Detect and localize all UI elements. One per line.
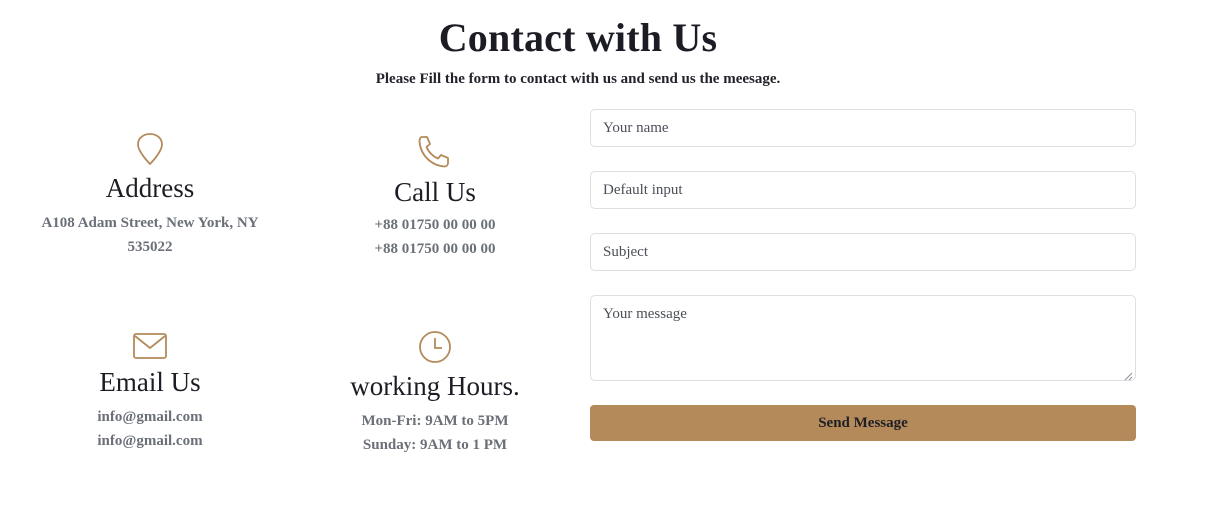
default-placeholder: Default input xyxy=(603,181,683,198)
hours-line: Mon-Fri: 9AM to 5PM xyxy=(361,413,509,429)
name-placeholder: Your name xyxy=(603,119,669,136)
subject-placeholder: Subject xyxy=(603,243,648,260)
address-heading: Address xyxy=(105,173,195,203)
address-block: Address A108 Adam Street, New York, NY 5… xyxy=(30,132,270,259)
phone-number[interactable]: +88 01750 00 00 00 xyxy=(335,213,535,237)
working-hours-block: working Hours. Mon-Fri: 9AM to 5PM Sunda… xyxy=(325,330,545,457)
message-textarea[interactable]: Your message xyxy=(590,295,1136,381)
map-pin-icon xyxy=(30,132,270,171)
name-input[interactable]: Your name xyxy=(590,109,1136,147)
page-title: Contact with Us xyxy=(438,15,718,60)
email-address[interactable]: info@gmail.com xyxy=(50,429,250,453)
working-hours-heading: working Hours. xyxy=(350,371,520,401)
send-message-button[interactable]: Send Message xyxy=(590,405,1136,441)
call-block: Call Us +88 01750 00 00 00 +88 01750 00 … xyxy=(335,134,535,261)
resize-handle-icon[interactable] xyxy=(1124,369,1133,381)
default-input[interactable]: Default input xyxy=(590,171,1136,209)
envelope-icon xyxy=(50,332,250,365)
email-address[interactable]: info@gmail.com xyxy=(50,405,250,429)
address-line: 535022 xyxy=(127,239,173,255)
hours-line: Sunday: 9AM to 1 PM xyxy=(362,437,508,453)
phone-number[interactable]: +88 01750 00 00 00 xyxy=(335,237,535,261)
message-placeholder: Your message xyxy=(603,306,687,322)
email-heading: Email Us xyxy=(99,367,201,397)
call-heading: Call Us xyxy=(394,177,476,207)
address-line: A108 Adam Street, New York, NY xyxy=(41,215,259,231)
phone-icon xyxy=(335,134,535,175)
page-subtitle: Please Fill the form to contact with us … xyxy=(375,71,781,87)
subject-input[interactable]: Subject xyxy=(590,233,1136,271)
clock-icon xyxy=(325,330,545,369)
email-block: Email Us info@gmail.com info@gmail.com xyxy=(50,332,250,453)
